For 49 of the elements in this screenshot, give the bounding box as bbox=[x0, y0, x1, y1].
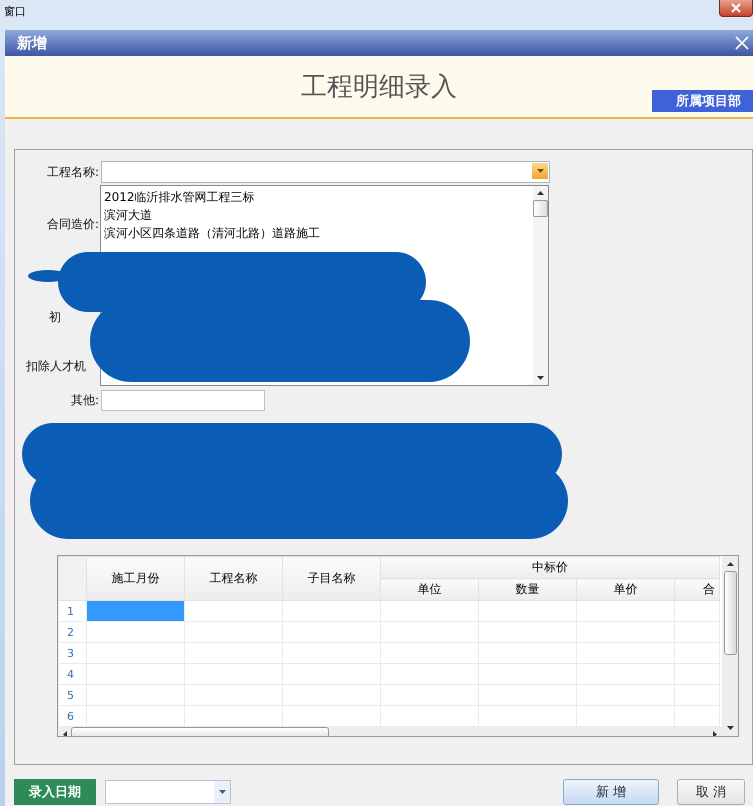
column-header[interactable]: 单价 bbox=[576, 578, 674, 600]
table-cell[interactable] bbox=[86, 622, 184, 642]
field-label: 合同造价: bbox=[46, 216, 100, 232]
field-label: 其他: bbox=[70, 392, 100, 408]
column-header[interactable]: 合 bbox=[674, 578, 720, 600]
column-header[interactable]: 单位 bbox=[380, 578, 478, 600]
scrollbar[interactable] bbox=[533, 186, 548, 385]
close-button[interactable] bbox=[719, 0, 753, 17]
input-field[interactable] bbox=[101, 390, 265, 410]
department-tag[interactable]: 所属项目部 bbox=[652, 90, 753, 112]
caret-down-icon[interactable] bbox=[218, 790, 226, 794]
column-header[interactable]: 工程名称 bbox=[184, 556, 282, 600]
dropdown-item[interactable]: 2012临沂排水管网工程三标 bbox=[104, 188, 530, 206]
column-header[interactable]: 数量 bbox=[478, 578, 576, 600]
row-number: 4 bbox=[58, 664, 86, 684]
caret-down-icon[interactable] bbox=[537, 376, 544, 380]
field-label: 扣除人才机 bbox=[25, 358, 87, 374]
column-header[interactable]: 施工月份 bbox=[86, 556, 184, 600]
cancel-button[interactable]: 取 消 bbox=[677, 779, 745, 805]
caret-right-icon[interactable] bbox=[713, 731, 717, 736]
field-label: 初 bbox=[48, 308, 62, 326]
row-number: 3 bbox=[58, 642, 86, 664]
row-number: 6 bbox=[58, 706, 86, 726]
column-group-header: 中标价 bbox=[380, 556, 720, 578]
column-header[interactable]: 子目名称 bbox=[282, 556, 380, 600]
caret-up-icon[interactable] bbox=[726, 562, 734, 566]
row-number: 5 bbox=[58, 684, 86, 706]
dropdown-item[interactable]: 滨河大道 bbox=[104, 206, 530, 224]
date-label: 录入日期 bbox=[14, 779, 96, 805]
field-label: 工程名称: bbox=[46, 164, 100, 180]
date-field[interactable] bbox=[105, 780, 231, 804]
dropdown-button[interactable] bbox=[532, 163, 548, 179]
add-button[interactable]: 新 增 bbox=[563, 779, 659, 805]
vertical-scrollbar[interactable] bbox=[722, 556, 738, 736]
caret-down-icon bbox=[536, 169, 544, 173]
dialog-title: 新增 bbox=[17, 34, 47, 52]
scrollbar-thumb[interactable] bbox=[724, 571, 736, 655]
close-icon bbox=[730, 3, 742, 13]
caret-up-icon[interactable] bbox=[537, 191, 544, 195]
dropdown-item[interactable]: 滨河小区四条道路（清河北路）道路施工 bbox=[104, 224, 530, 242]
scrollbar-thumb[interactable] bbox=[533, 200, 548, 217]
caret-left-icon[interactable] bbox=[63, 731, 67, 736]
row-number: 2 bbox=[58, 622, 86, 642]
close-icon[interactable] bbox=[735, 36, 749, 50]
row-number: 1 bbox=[58, 600, 86, 622]
window-title: 窗口 bbox=[3, 4, 27, 20]
page-heading: 工程明细录入 bbox=[301, 71, 457, 104]
selected-cell[interactable] bbox=[86, 600, 184, 622]
caret-down-icon[interactable] bbox=[726, 726, 734, 730]
